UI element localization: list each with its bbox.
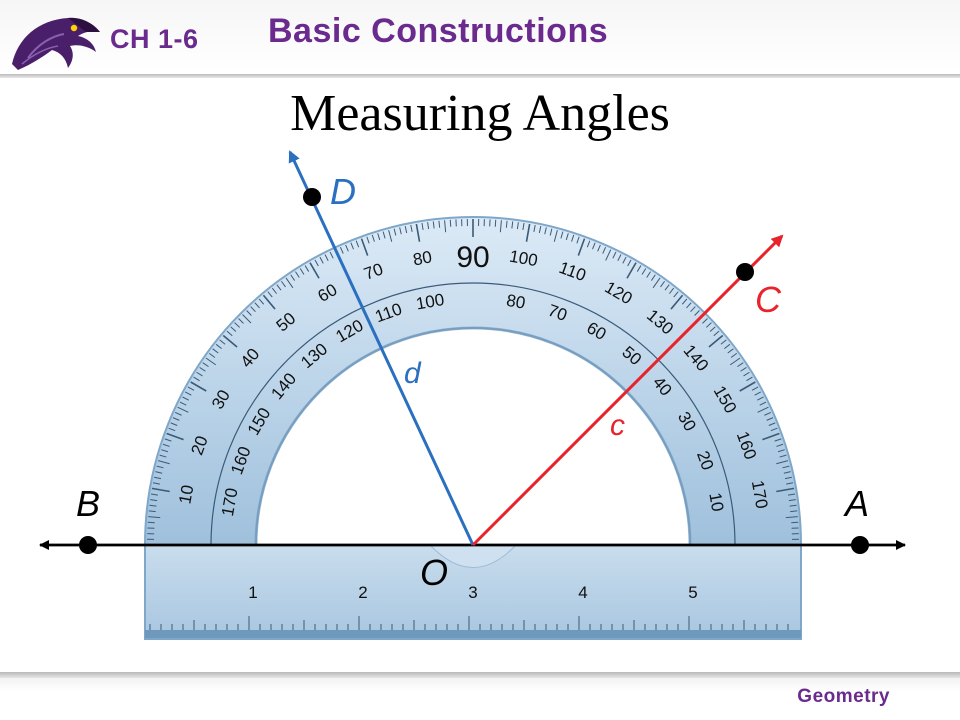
label-d: D <box>330 171 356 212</box>
label-ray-d: d <box>404 357 422 390</box>
ruler-number: 4 <box>578 583 587 602</box>
point-c <box>736 263 754 281</box>
label-b: B <box>76 483 100 524</box>
label-ray-c: c <box>610 409 625 442</box>
point-d <box>303 188 321 206</box>
protractor-diagram: 1020304050607080 90 100 1101201301401501601… <box>39 150 906 640</box>
protractor-outer-label: 90 <box>456 241 489 274</box>
point-a <box>851 536 869 554</box>
ruler-number: 3 <box>468 583 477 602</box>
ruler-number: 5 <box>688 583 697 602</box>
protractor-outer-label: 80 <box>411 247 433 269</box>
footer-divider <box>0 672 960 678</box>
label-a: A <box>843 483 869 524</box>
footer-subject: Geometry <box>797 686 890 707</box>
label-o: O <box>420 552 448 593</box>
protractor-outer-label: 10 <box>175 483 197 505</box>
protractor-inner-label: 10 <box>705 491 727 513</box>
ruler-number: 2 <box>358 583 367 602</box>
protractor-inner-label: 80 <box>505 291 527 313</box>
point-b <box>79 536 97 554</box>
ruler-number: 1 <box>248 583 257 602</box>
label-c: C <box>755 279 782 320</box>
